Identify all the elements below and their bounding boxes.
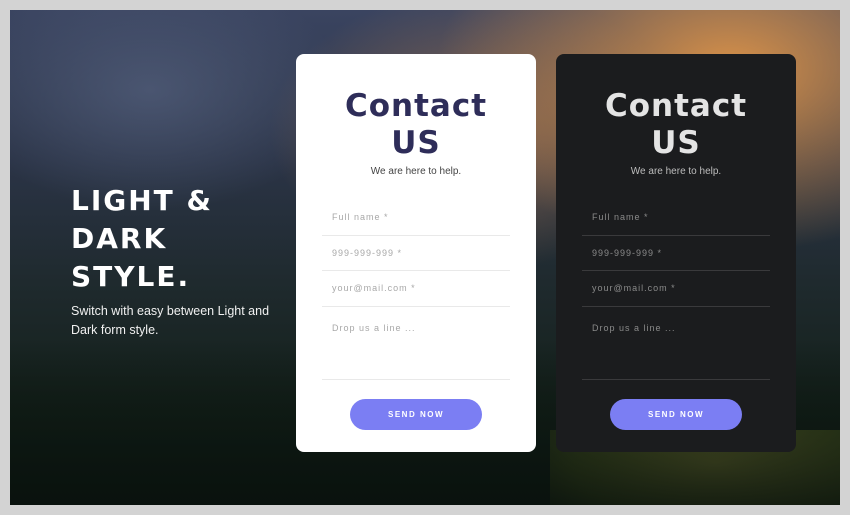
hero-title: LIGHT & DARK STYLE. [71,184,213,293]
light-send-button[interactable]: SEND NOW [350,398,482,430]
hero-subtitle: Switch with easy between Light and Dark … [71,304,270,337]
dark-email-field[interactable] [582,271,770,307]
dark-phone-field[interactable] [582,235,770,271]
light-phone-field[interactable] [322,235,510,271]
dark-message-field[interactable] [582,306,770,380]
light-form-subtitle: We are here to help. [370,166,462,177]
hero-section: LIGHT & DARK STYLE. Switch with easy bet… [71,182,291,340]
light-name-field[interactable] [322,200,510,236]
dark-form-fields [582,200,770,380]
dark-contact-form: Contact US We are here to help. SEND NOW [556,54,796,452]
dark-form-title: Contact US [604,88,748,161]
light-form-title: Contact US [344,88,488,161]
light-email-field[interactable] [322,271,510,307]
light-message-field[interactable] [322,306,510,380]
dark-send-button[interactable]: SEND NOW [610,398,742,430]
light-form-fields [322,200,510,380]
light-contact-form: Contact US We are here to help. SEND NOW [296,54,536,452]
dark-name-field[interactable] [582,200,770,236]
dark-form-subtitle: We are here to help. [630,166,722,177]
